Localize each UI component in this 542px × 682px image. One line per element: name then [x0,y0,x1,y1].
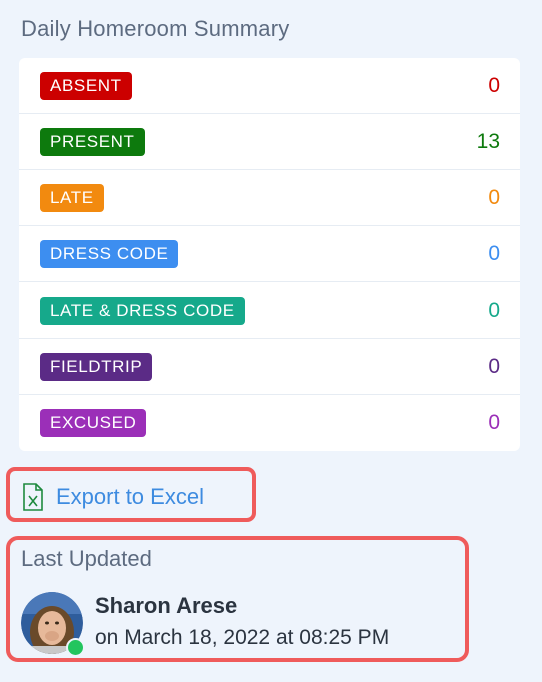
count-dress-code: 0 [488,242,500,265]
status-badge-dress-code: DRESS CODE [40,240,179,268]
summary-row-absent: ABSENT 0 [19,58,520,114]
summary-row-late: LATE 0 [19,170,520,226]
summary-card: ABSENT 0 PRESENT 13 LATE 0 DRESS CODE 0 … [19,58,520,451]
status-badge-fieldtrip: FIELDTRIP [40,353,153,381]
count-present: 13 [476,130,500,153]
count-fieldtrip: 0 [488,355,500,378]
count-excused: 0 [488,411,500,434]
update-timestamp: on March 18, 2022 at 08:25 PM [95,626,390,649]
excel-file-icon [23,483,43,511]
summary-row-fieldtrip: FIELDTRIP 0 [19,339,520,395]
status-badge-excused: EXCUSED [40,409,147,437]
last-updated-title: Last Updated [21,546,152,571]
summary-row-excused: EXCUSED 0 [19,395,520,451]
online-status-dot [66,638,85,657]
export-label: Export to Excel [56,484,204,509]
count-late: 0 [488,186,500,209]
summary-row-present: PRESENT 13 [19,114,520,170]
summary-row-late-dress-code: LATE & DRESS CODE 0 [19,283,520,339]
status-badge-present: PRESENT [40,128,145,156]
status-badge-late-dress-code: LATE & DRESS CODE [40,297,245,325]
status-badge-absent: ABSENT [40,72,132,100]
count-late-dress-code: 0 [488,299,500,322]
summary-title: Daily Homeroom Summary [21,16,290,41]
user-name: Sharon Arese [95,593,238,618]
status-badge-late: LATE [40,184,104,212]
summary-row-dress-code: DRESS CODE 0 [19,226,520,282]
export-to-excel-link[interactable]: Export to Excel [22,483,204,511]
count-absent: 0 [488,74,500,97]
